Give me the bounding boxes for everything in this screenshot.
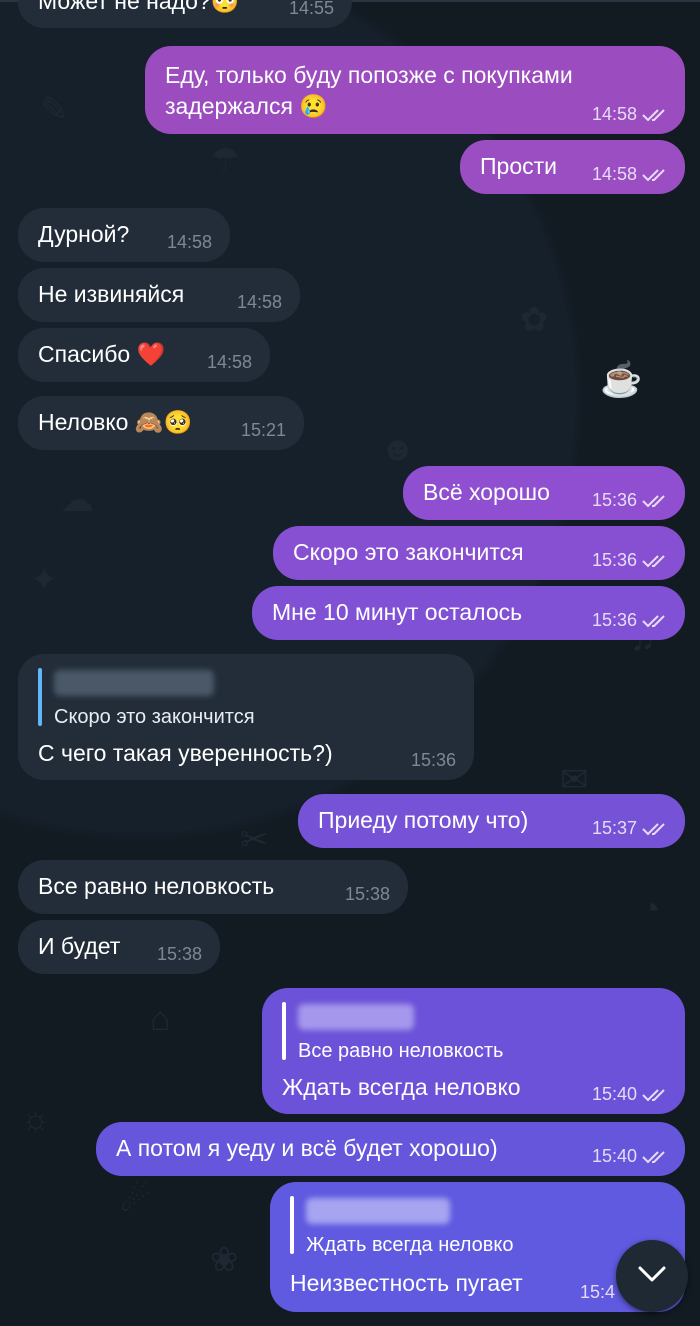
message-text: Скоро это закончится (293, 539, 524, 565)
message-text-line2: задержался 😢 (165, 93, 328, 119)
message-time: 14:58 (166, 232, 212, 252)
message-time: 15:4 (579, 1282, 615, 1302)
double-check-icon (641, 554, 669, 568)
message-meta: 14:58 (167, 232, 212, 253)
message-text: И будет (38, 933, 121, 959)
message-time: 15:21 (240, 420, 286, 440)
message-time: 15:36 (410, 750, 456, 770)
reply-quote-text: Скоро это закончится (54, 706, 255, 728)
message-incoming[interactable]: Дурной? 14:58 (18, 208, 230, 262)
message-text: А потом я уеду и всё будет хорошо) (116, 1135, 498, 1161)
message-incoming[interactable]: Неловко 🙈🥺 15:21 (18, 396, 304, 450)
message-meta: 15:4 (580, 1282, 615, 1303)
message-text: Приеду потому что) (318, 807, 529, 833)
message-outgoing[interactable]: Приеду потому что) 15:37 (298, 794, 685, 848)
message-outgoing[interactable]: Скоро это закончится 15:36 (273, 526, 685, 580)
message-outgoing[interactable]: Мне 10 минут осталось 15:36 (252, 586, 685, 640)
reply-quote-bar (282, 1002, 286, 1060)
message-meta: 15:21 (241, 420, 286, 441)
message-meta: 15:36 (592, 490, 669, 511)
message-outgoing-reply[interactable]: Все равно неловкость Ждать всегда неловк… (262, 988, 685, 1114)
message-meta: 15:37 (592, 818, 669, 839)
double-check-icon (641, 168, 669, 182)
message-meta: 14:55 (289, 0, 334, 19)
message-text: Ждать всегда неловко (282, 1074, 521, 1100)
message-time: 14:58 (206, 352, 252, 372)
message-text: Неловко 🙈🥺 (38, 409, 193, 435)
message-time: 15:40 (591, 1146, 637, 1166)
double-check-icon (641, 614, 669, 628)
message-text: Не извиняйся (38, 281, 185, 307)
message-time: 14:58 (236, 292, 282, 312)
message-meta: 15:36 (592, 550, 669, 571)
scroll-to-bottom-button[interactable] (616, 1240, 688, 1312)
message-time: 14:55 (288, 0, 334, 18)
message-time: 15:37 (591, 818, 637, 838)
double-check-icon (641, 822, 669, 836)
message-incoming[interactable]: Не извиняйся 14:58 (18, 268, 300, 322)
message-incoming[interactable]: Все равно неловкость 15:38 (18, 860, 408, 914)
message-time: 15:36 (591, 490, 637, 510)
message-meta: 15:40 (592, 1146, 669, 1167)
double-check-icon (641, 108, 669, 122)
reply-author-hidden (306, 1198, 450, 1224)
message-time: 15:38 (156, 944, 202, 964)
message-meta: 14:58 (207, 352, 252, 373)
message-outgoing[interactable]: Прости 14:58 (460, 140, 685, 194)
message-meta: 15:38 (345, 884, 390, 905)
reply-author-hidden (54, 670, 214, 696)
message-outgoing[interactable]: А потом я уеду и всё будет хорошо) 15:40 (96, 1122, 685, 1176)
message-text: Все равно неловкость (38, 873, 275, 899)
message-meta: 15:36 (592, 610, 669, 631)
double-check-icon (641, 1088, 669, 1102)
message-text: Может не надо?😳 (38, 0, 240, 14)
reply-quote-bar (290, 1196, 294, 1254)
reply-quote-text: Ждать всегда неловко (306, 1234, 514, 1256)
message-text: С чего такая уверенность?) (38, 740, 333, 766)
double-check-icon (641, 1150, 669, 1164)
message-time: 14:58 (591, 104, 637, 124)
message-text: Всё хорошо (423, 479, 550, 505)
message-text: Мне 10 минут осталось (272, 599, 523, 625)
message-outgoing[interactable]: Всё хорошо 15:36 (403, 466, 685, 520)
message-incoming[interactable]: И будет 15:38 (18, 920, 220, 974)
message-text: Дурной? (38, 221, 130, 247)
message-text: Прости (480, 153, 557, 179)
message-meta: 15:36 (411, 750, 456, 771)
message-meta: 14:58 (237, 292, 282, 313)
reply-quote-text: Все равно неловкость (298, 1040, 504, 1062)
message-text-line1: Еду, только буду попозже с покупками (165, 62, 573, 88)
message-outgoing[interactable]: Еду, только буду попозже с покупками зад… (145, 46, 685, 134)
reply-author-hidden (298, 1004, 414, 1030)
message-text: Неизвестность пугает (290, 1270, 523, 1296)
message-incoming[interactable]: Спасибо ❤️ 14:58 (18, 328, 270, 382)
chevron-down-icon (637, 1265, 667, 1288)
message-meta: 14:58 (592, 104, 669, 125)
message-time: 15:38 (344, 884, 390, 904)
message-meta: 14:58 (592, 164, 669, 185)
message-incoming[interactable]: Может не надо?😳 14:55 (18, 0, 352, 28)
message-meta: 15:38 (157, 944, 202, 965)
message-text: Спасибо ❤️ (38, 341, 166, 367)
message-time: 14:58 (591, 164, 637, 184)
message-time: 15:36 (591, 610, 637, 630)
message-time: 15:36 (591, 550, 637, 570)
reply-quote-bar (38, 668, 42, 726)
message-incoming-reply[interactable]: Скоро это закончится С чего такая уверен… (18, 654, 474, 780)
double-check-icon (641, 494, 669, 508)
message-meta: 15:40 (592, 1084, 669, 1105)
message-time: 15:40 (591, 1084, 637, 1104)
